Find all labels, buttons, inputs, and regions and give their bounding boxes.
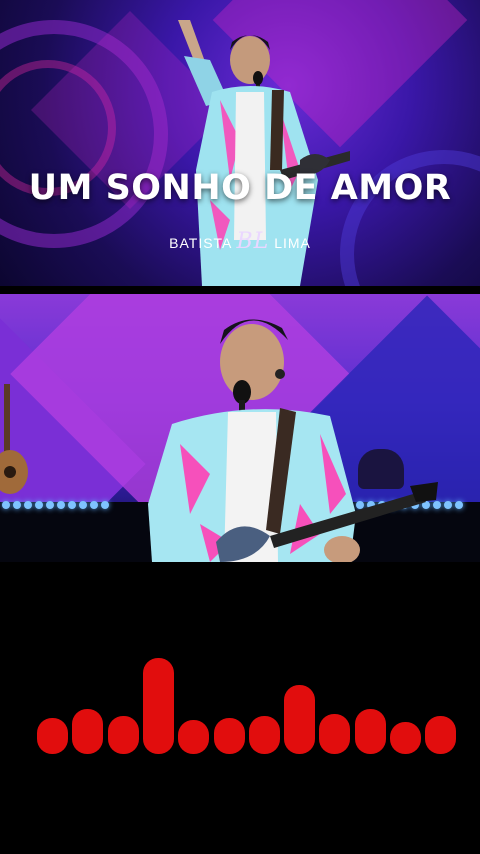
- visualizer-bar: [214, 718, 245, 754]
- visualizer-bar: [178, 720, 209, 754]
- guitar-stand-icon: [0, 384, 28, 494]
- video-frame[interactable]: [0, 294, 480, 562]
- song-title: UM SONHO DE AMOR: [28, 168, 452, 208]
- stage-light-left: [2, 498, 109, 512]
- visualizer-bar: [425, 716, 456, 754]
- logo-mark: BL: [236, 229, 270, 254]
- visualizer-bar: [249, 716, 280, 754]
- logo-text-left: BATISTA: [169, 235, 232, 251]
- artist-logo: BATISTA BL LIMA: [0, 229, 480, 254]
- video-thumbnail[interactable]: UM SONHO DE AMOR BATISTA BL LIMA: [0, 0, 480, 286]
- panel-divider: [0, 286, 480, 294]
- visualizer-bar: [72, 709, 103, 754]
- singer-image: [148, 319, 438, 562]
- visualizer-bar: [37, 718, 68, 754]
- visualizer-bar: [319, 714, 350, 754]
- visualizer-bars: [37, 658, 456, 754]
- visualizer-bar: [108, 716, 139, 754]
- logo-text-right: LIMA: [274, 235, 311, 251]
- visualizer-bar: [355, 709, 386, 754]
- audio-visualizer: [0, 562, 480, 854]
- visualizer-bar: [143, 658, 174, 754]
- visualizer-bar: [284, 685, 315, 754]
- visualizer-bar: [390, 722, 421, 754]
